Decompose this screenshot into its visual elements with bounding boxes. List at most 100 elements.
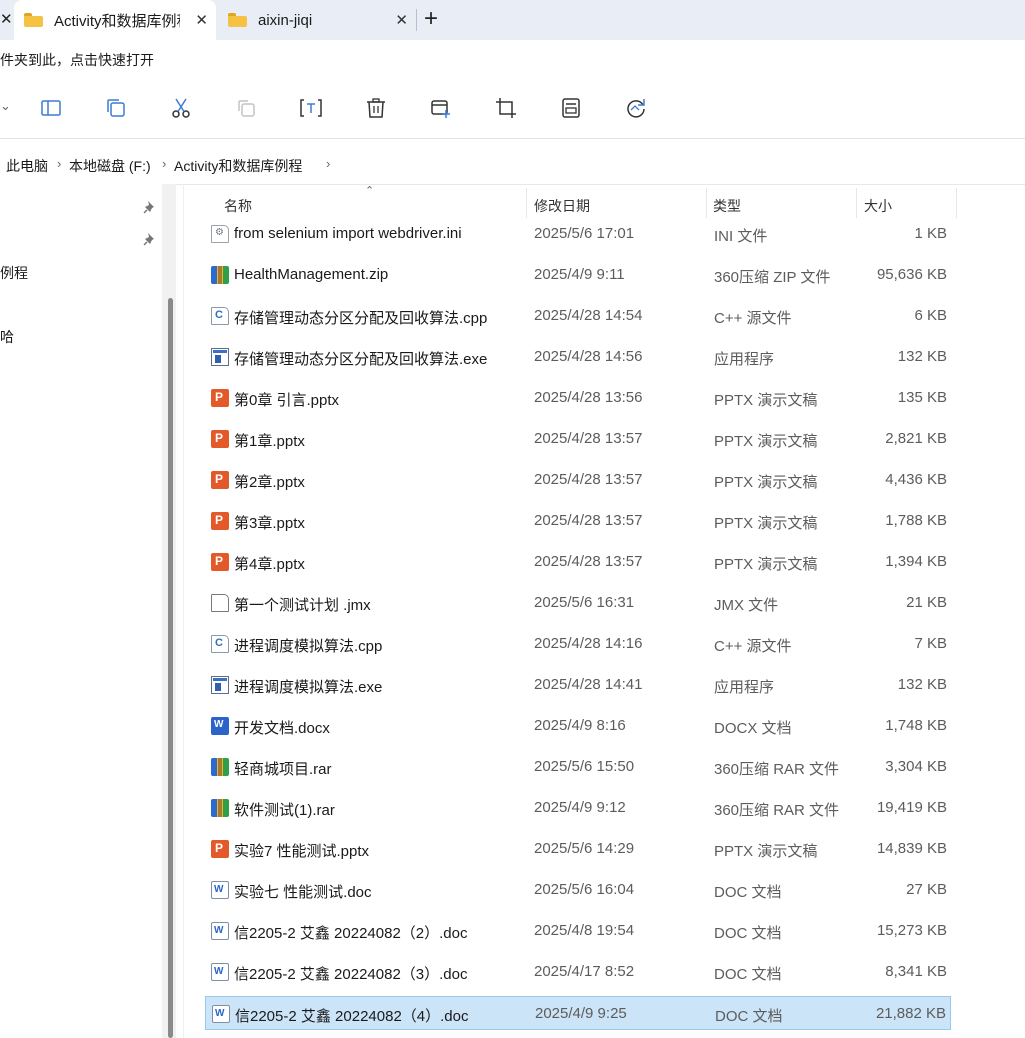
column-divider[interactable]: [856, 188, 857, 218]
file-date: 2025/4/9 9:25: [535, 1005, 627, 1022]
column-header-date[interactable]: 修改日期: [534, 196, 590, 216]
file-size: 15,273 KB: [876, 922, 947, 939]
file-date: 2025/4/28 13:57: [534, 512, 643, 529]
navigation-pane: 例程 哈: [0, 184, 184, 1038]
file-row[interactable]: 存储管理动态分区分配及回收算法.exe 2025/4/28 14:56 应用程序 13…: [205, 340, 951, 374]
share-icon[interactable]: [429, 96, 453, 120]
doc-file-icon: [211, 963, 229, 981]
chevron-right-icon[interactable]: ›: [162, 156, 166, 171]
file-name: 轻商城项目.rar: [234, 761, 332, 778]
properties-icon[interactable]: [559, 96, 583, 120]
file-name: from selenium import webdriver.ini: [234, 225, 462, 242]
file-type: PPTX 演示文稿: [714, 843, 818, 860]
file-type: 应用程序: [714, 679, 775, 696]
exe-file-icon: [211, 676, 229, 694]
column-header-size[interactable]: 大小: [864, 196, 892, 216]
file-row[interactable]: 信2205-2 艾鑫 20224082（4）.doc 2025/4/9 9:25 D…: [205, 996, 951, 1030]
tab-bar: ✕ Activity和数据库例程 ✕ aixin-jiqi ✕ +: [0, 0, 1025, 40]
breadcrumb-local-disk[interactable]: 本地磁盘 (F:): [69, 156, 151, 176]
file-row[interactable]: 轻商城项目.rar 2025/5/6 15:50 360压缩 RAR 文件 3,304…: [205, 750, 951, 784]
close-icon[interactable]: ✕: [0, 10, 13, 28]
file-size: 27 KB: [906, 881, 947, 898]
chevron-right-icon[interactable]: ›: [326, 156, 330, 171]
column-divider[interactable]: [706, 188, 707, 218]
crop-icon[interactable]: [494, 96, 518, 120]
cut-icon[interactable]: [169, 96, 193, 120]
nav-scrollbar-thumb[interactable]: [168, 298, 173, 1038]
file-name: 实验七 性能测试.doc: [234, 884, 372, 901]
file-date: 2025/4/9 9:12: [534, 799, 626, 816]
file-name: 进程调度模拟算法.exe: [234, 679, 383, 696]
pptx-file-icon: [211, 430, 229, 448]
file-row[interactable]: 存储管理动态分区分配及回收算法.cpp 2025/4/28 14:54 C++ 源文…: [205, 299, 951, 333]
file-name: 进程调度模拟算法.cpp: [234, 638, 383, 655]
file-row[interactable]: 第4章.pptx 2025/4/28 13:57 PPTX 演示文稿 1,394 KB: [205, 545, 951, 579]
file-row[interactable]: 开发文档.docx 2025/4/9 8:16 DOCX 文档 1,748 KB: [205, 709, 951, 743]
file-name: 信2205-2 艾鑫 20224082（3）.doc: [234, 966, 468, 983]
archive-file-icon: [211, 266, 229, 284]
address-bar[interactable]: 此电脑 › 本地磁盘 (F:) › Activity和数据库例程 ›: [0, 144, 1025, 185]
copy-icon[interactable]: [104, 96, 128, 120]
nav-item[interactable]: 哈: [0, 327, 14, 347]
breadcrumb-this-pc[interactable]: 此电脑: [6, 156, 48, 176]
file-size: 21 KB: [906, 594, 947, 611]
file-row[interactable]: 进程调度模拟算法.exe 2025/4/28 14:41 应用程序 132 KB: [205, 668, 951, 702]
cpp-file-icon: [211, 307, 229, 325]
file-date: 2025/4/17 8:52: [534, 963, 635, 980]
rename-icon[interactable]: [299, 96, 323, 120]
file-row[interactable]: from selenium import webdriver.ini 2025/5…: [205, 217, 951, 251]
file-row[interactable]: 进程调度模拟算法.cpp 2025/4/28 14:16 C++ 源文件 7 KB: [205, 627, 951, 661]
tab-activity[interactable]: Activity和数据库例程 ✕: [14, 0, 216, 40]
file-row[interactable]: 第一个测试计划 .jmx 2025/5/6 16:31 JMX 文件 21 KB: [205, 586, 951, 620]
file-date: 2025/4/28 14:56: [534, 348, 643, 365]
delete-icon[interactable]: [364, 96, 388, 120]
file-size: 1,394 KB: [885, 553, 947, 570]
file-name: 软件测试(1).rar: [234, 802, 335, 819]
chevron-right-icon[interactable]: ›: [57, 156, 61, 171]
file-row[interactable]: 信2205-2 艾鑫 20224082（3）.doc 2025/4/17 8:52…: [205, 955, 951, 989]
file-row[interactable]: 实验七 性能测试.doc 2025/5/6 16:04 DOC 文档 27 KB: [205, 873, 951, 907]
file-size: 8,341 KB: [885, 963, 947, 980]
file-name: 第一个测试计划 .jmx: [234, 597, 371, 614]
breadcrumb-current-folder[interactable]: Activity和数据库例程: [174, 156, 302, 176]
column-header-name[interactable]: 名称: [224, 196, 252, 216]
folder-icon: [24, 13, 43, 27]
pin-icon[interactable]: [143, 232, 157, 246]
column-divider[interactable]: [526, 188, 527, 218]
file-row[interactable]: HealthManagement.zip 2025/4/9 9:11 360压缩 Z…: [205, 258, 951, 292]
file-size: 1,748 KB: [885, 717, 947, 734]
file-size: 21,882 KB: [875, 1005, 946, 1022]
file-size: 14,839 KB: [876, 840, 947, 857]
file-date: 2025/4/28 13:57: [534, 553, 643, 570]
file-type: JMX 文件: [714, 597, 779, 614]
file-row[interactable]: 软件测试(1).rar 2025/4/9 9:12 360压缩 RAR 文件 19,4…: [205, 791, 951, 825]
file-type: 360压缩 RAR 文件: [714, 761, 840, 778]
paste-icon[interactable]: [234, 96, 258, 120]
file-row[interactable]: 信2205-2 艾鑫 20224082（2）.doc 2025/4/8 19:54…: [205, 914, 951, 948]
nav-item[interactable]: 例程: [0, 263, 28, 283]
close-tab-icon[interactable]: ✕: [195, 11, 208, 29]
close-tab-icon[interactable]: ✕: [395, 11, 408, 29]
file-size: 135 KB: [897, 389, 947, 406]
column-divider[interactable]: [956, 188, 957, 218]
refresh-icon[interactable]: [624, 96, 648, 120]
file-type: 应用程序: [714, 351, 775, 368]
chevron-down-icon[interactable]: ⌄: [0, 98, 11, 114]
file-row[interactable]: 第3章.pptx 2025/4/28 13:57 PPTX 演示文稿 1,788 KB: [205, 504, 951, 538]
file-row[interactable]: 第1章.pptx 2025/4/28 13:57 PPTX 演示文稿 2,821 KB: [205, 422, 951, 456]
file-row[interactable]: 第2章.pptx 2025/4/28 13:57 PPTX 演示文稿 4,436 KB: [205, 463, 951, 497]
new-tab-icon[interactable]: +: [424, 5, 438, 33]
details-pane-icon[interactable]: [39, 96, 63, 120]
quick-access-hint: 件夹到此，点击快速打开: [0, 52, 154, 68]
file-type: PPTX 演示文稿: [714, 392, 818, 409]
file-name: 信2205-2 艾鑫 20224082（2）.doc: [234, 925, 468, 942]
column-header-type[interactable]: 类型: [713, 196, 741, 216]
file-row[interactable]: 实验7 性能测试.pptx 2025/5/6 14:29 PPTX 演示文稿 14,8…: [205, 832, 951, 866]
tab-aixin-jiqi[interactable]: aixin-jiqi ✕: [218, 0, 416, 40]
file-date: 2025/4/28 14:54: [534, 307, 643, 324]
folder-icon: [228, 13, 247, 27]
file-row[interactable]: 第0章 引言.pptx 2025/4/28 13:56 PPTX 演示文稿 135 K…: [205, 381, 951, 415]
file-size: 132 KB: [897, 676, 947, 693]
file-size: 132 KB: [897, 348, 947, 365]
pptx-file-icon: [211, 553, 229, 571]
